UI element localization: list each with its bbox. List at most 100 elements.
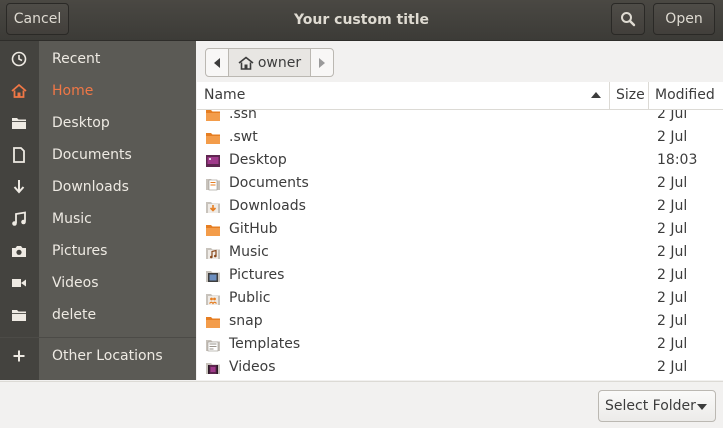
file-modified: 2 Jul — [657, 129, 688, 145]
file-modified: 2 Jul — [657, 110, 688, 122]
file-modified: 2 Jul — [657, 175, 688, 191]
sidebar-item-downloads[interactable]: Downloads — [0, 171, 196, 203]
select-folder-dropdown[interactable]: Select Folder — [598, 390, 716, 422]
public-folder-icon — [206, 294, 220, 305]
sidebar-item-label: Documents — [52, 147, 132, 163]
file-row-ssh[interactable]: .ssh 2 Jul — [197, 110, 723, 127]
pictures-folder-icon — [206, 271, 220, 282]
dialog-title: Your custom title — [293, 12, 430, 28]
triangle-left-icon — [214, 57, 220, 68]
file-modified: 2 Jul — [657, 198, 688, 214]
file-modified: 2 Jul — [657, 359, 688, 375]
sidebar-item-desktop[interactable]: Desktop — [0, 107, 196, 139]
file-name: .ssh — [229, 110, 257, 122]
file-row-templates[interactable]: Templates 2 Jul — [197, 334, 723, 357]
sort-ascending-icon — [591, 92, 601, 98]
file-row-github[interactable]: GitHub 2 Jul — [197, 219, 723, 242]
document-icon — [9, 147, 29, 163]
music-folder-icon — [206, 248, 220, 259]
folder-icon — [9, 307, 29, 323]
breadcrumb-label: owner — [257, 54, 302, 71]
path-back-button[interactable] — [206, 49, 228, 76]
file-name: snap — [229, 313, 263, 329]
sidebar-item-label: Other Locations — [52, 348, 163, 364]
file-row-music[interactable]: Music 2 Jul — [197, 242, 723, 265]
file-name: Videos — [229, 359, 276, 375]
file-row-snap[interactable]: snap 2 Jul — [197, 311, 723, 334]
select-folder-label: Select Folder — [605, 398, 696, 414]
sidebar-item-documents[interactable]: Documents — [0, 139, 196, 171]
file-row-swt[interactable]: .swt 2 Jul — [197, 127, 723, 150]
camera-icon — [9, 243, 29, 259]
cancel-button[interactable]: Cancel — [6, 3, 69, 35]
file-row-documents[interactable]: Documents 2 Jul — [197, 173, 723, 196]
folder-icon — [206, 133, 220, 144]
sidebar-item-label: Home — [52, 83, 94, 99]
home-icon — [9, 83, 29, 99]
sidebar: Recent Home Desktop Documents Downloads … — [0, 41, 196, 380]
sidebar-item-label: Downloads — [52, 179, 129, 195]
breadcrumb-home-owner[interactable]: owner — [228, 49, 310, 76]
file-name: GitHub — [229, 221, 278, 237]
search-button[interactable] — [611, 3, 645, 35]
file-row-pictures[interactable]: Pictures 2 Jul — [197, 265, 723, 288]
sidebar-item-recent[interactable]: Recent — [0, 43, 196, 75]
templates-folder-icon — [206, 340, 220, 352]
music-icon — [9, 211, 29, 227]
home-icon — [238, 55, 254, 70]
sidebar-item-label: Desktop — [52, 115, 110, 131]
file-name: Templates — [229, 336, 301, 352]
triangle-right-icon — [319, 57, 325, 68]
file-row-videos[interactable]: Videos 2 Jul — [197, 357, 723, 380]
column-modified[interactable]: Modified — [648, 82, 723, 109]
path-forward-button[interactable] — [310, 49, 333, 76]
sidebar-item-pictures[interactable]: Pictures — [0, 235, 196, 267]
file-row-public[interactable]: Public 2 Jul — [197, 288, 723, 311]
action-bar: Select Folder — [0, 381, 723, 428]
file-name: Public — [229, 290, 271, 306]
sidebar-item-label: Videos — [52, 275, 99, 291]
file-modified: 2 Jul — [657, 313, 688, 329]
open-button[interactable]: Open — [653, 3, 715, 35]
download-icon — [9, 179, 29, 195]
folder-icon — [206, 225, 220, 236]
sidebar-item-label: Music — [52, 211, 92, 227]
file-modified: 2 Jul — [657, 267, 688, 283]
sidebar-item-label: Recent — [52, 51, 101, 67]
file-list: .ssh 2 Jul .swt 2 Jul Desktop 18:03 Docu… — [197, 110, 723, 380]
file-name: Pictures — [229, 267, 285, 283]
file-browser: owner Name Size Modified .ssh 2 Jul .swt… — [197, 41, 723, 380]
file-name: Downloads — [229, 198, 306, 214]
downloads-folder-icon — [206, 202, 220, 213]
file-row-downloads[interactable]: Downloads 2 Jul — [197, 196, 723, 219]
folder-icon — [206, 317, 220, 328]
sidebar-item-delete[interactable]: delete — [0, 299, 196, 331]
header-bar: Cancel Your custom title Open — [0, 0, 723, 41]
file-name: Music — [229, 244, 269, 260]
file-name: .swt — [229, 129, 258, 145]
sidebar-item-home[interactable]: Home — [0, 75, 196, 107]
videos-folder-icon — [206, 363, 220, 374]
column-header: Name Size Modified — [197, 82, 723, 110]
clock-icon — [9, 51, 29, 67]
file-modified: 2 Jul — [657, 244, 688, 260]
file-row-desktop[interactable]: Desktop 18:03 — [197, 150, 723, 173]
chevron-down-icon — [697, 404, 707, 410]
file-modified: 2 Jul — [657, 221, 688, 237]
file-name: Desktop — [229, 152, 287, 168]
search-icon — [621, 12, 636, 27]
column-size[interactable]: Size — [609, 82, 648, 109]
documents-folder-icon — [206, 179, 220, 191]
sidebar-item-label: delete — [52, 307, 97, 323]
path-bar: owner — [197, 41, 723, 82]
breadcrumb: owner — [205, 48, 334, 77]
desktop-folder-icon — [206, 155, 220, 167]
sidebar-item-label: Pictures — [52, 243, 108, 259]
sidebar-item-videos[interactable]: Videos — [0, 267, 196, 299]
sidebar-item-other-locations[interactable]: Other Locations — [0, 340, 196, 372]
column-name[interactable]: Name — [204, 82, 608, 109]
sidebar-item-music[interactable]: Music — [0, 203, 196, 235]
sidebar-divider — [0, 337, 196, 338]
file-modified: 18:03 — [657, 152, 698, 168]
file-modified: 2 Jul — [657, 336, 688, 352]
